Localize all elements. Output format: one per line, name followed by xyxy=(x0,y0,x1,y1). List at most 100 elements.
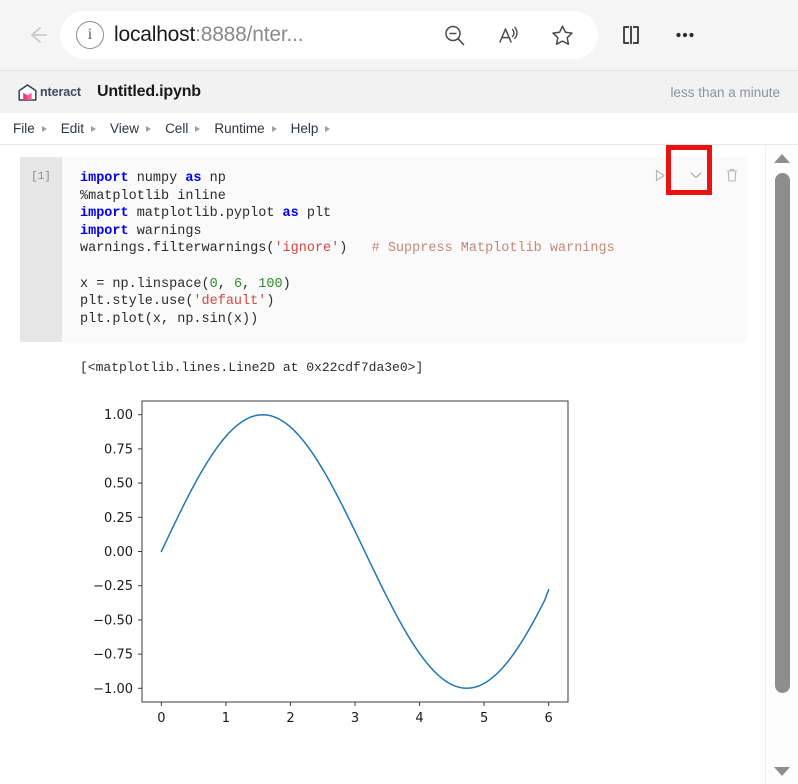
code-line: import numpy as np xyxy=(80,170,747,188)
code-token: warnings.filterwarnings( xyxy=(80,241,275,257)
code-line: plt.plot(x, np.sin(x)) xyxy=(80,311,747,329)
y-tick-label: −0.50 xyxy=(93,614,133,629)
code-token: 6 xyxy=(233,276,243,292)
menu-label: Help xyxy=(290,121,319,136)
cell-code-editor[interactable]: import numpy as np %matplotlib inline impo… xyxy=(62,157,747,342)
notebook-cell[interactable]: [1] import numpy as np %matplotlib inline… xyxy=(20,157,747,753)
nteract-house-glyph xyxy=(18,83,37,101)
menu-item-runtime[interactable]: Runtime xyxy=(214,121,277,136)
read-aloud-icon[interactable] xyxy=(486,13,530,57)
run-cell-button[interactable] xyxy=(651,165,669,185)
scroll-down-arrow[interactable] xyxy=(766,758,798,784)
nteract-logo-icon xyxy=(18,83,37,101)
x-tick-label: 0 xyxy=(157,711,165,726)
menu-label: Edit xyxy=(60,121,85,136)
code-token: as xyxy=(282,206,299,222)
code-token: import xyxy=(80,223,129,239)
split-screen-icon[interactable] xyxy=(604,13,658,57)
code-token: ) xyxy=(282,276,291,292)
delete-cell-button[interactable] xyxy=(723,165,741,185)
notebook-filename[interactable]: Untitled.ipynb xyxy=(97,83,201,101)
y-tick-label: −1.00 xyxy=(93,682,133,697)
vertical-scrollbar[interactable] xyxy=(765,145,798,784)
menu-item-edit[interactable]: Edit xyxy=(60,121,97,136)
back-arrow-icon xyxy=(31,27,47,43)
code-token: plt.plot(x, np.sin(x)) xyxy=(80,311,259,327)
site-info-glyph: i xyxy=(87,26,93,43)
scrollbar-track[interactable] xyxy=(766,171,798,758)
favorites-star-icon[interactable] xyxy=(540,13,584,57)
zoom-out-glyph xyxy=(444,25,464,45)
chevron-right-icon xyxy=(146,125,152,132)
address-bar[interactable]: i localhost:8888/nter... xyxy=(60,11,598,59)
menu-item-cell[interactable]: Cell xyxy=(165,121,201,136)
code-token: # Suppress Matplotlib warnings xyxy=(371,241,615,257)
site-info-icon[interactable]: i xyxy=(76,21,104,49)
chevron-right-icon xyxy=(41,125,47,132)
code-token: 'ignore' xyxy=(274,241,340,257)
code-line: import warnings xyxy=(80,223,747,241)
figure-background xyxy=(80,389,580,743)
code-token: warnings xyxy=(128,223,202,239)
x-tick-label: 6 xyxy=(544,711,552,726)
code-token: import xyxy=(80,171,129,186)
more-options-glyph xyxy=(676,32,694,38)
url-host: localhost xyxy=(114,23,196,46)
code-token: as xyxy=(185,171,202,186)
code-token: ) xyxy=(339,241,372,257)
y-tick-label: −0.25 xyxy=(93,580,133,595)
scroll-thumb[interactable] xyxy=(774,173,790,693)
y-tick-label: 0.00 xyxy=(104,545,133,560)
code-line: %matplotlib inline xyxy=(80,188,747,206)
scroll-up-arrow[interactable] xyxy=(766,145,798,171)
menu-item-file[interactable]: File xyxy=(13,121,47,136)
zoom-out-icon[interactable] xyxy=(432,13,476,57)
menu-item-help[interactable]: Help xyxy=(291,121,331,136)
x-tick-label: 1 xyxy=(222,711,230,726)
code-token: x = np.linspace( xyxy=(80,276,210,292)
nteract-logo-text: nteract xyxy=(40,85,81,99)
code-line: warnings.filterwarnings('ignore') # Supp… xyxy=(80,240,747,258)
menu-label: Cell xyxy=(165,121,189,136)
favorites-star-glyph xyxy=(551,24,573,45)
menu-bar: File Edit View Cell Runtime Help xyxy=(0,113,798,145)
code-token: matplotlib.pyplot xyxy=(128,206,283,222)
play-icon xyxy=(655,169,665,181)
back-button[interactable] xyxy=(14,12,60,58)
cell-menu-button[interactable] xyxy=(687,165,705,185)
code-line: x = np.linspace(0, 6, 100) xyxy=(80,276,747,294)
more-options-icon[interactable] xyxy=(658,13,712,57)
menu-label: Runtime xyxy=(214,121,265,136)
matplotlib-figure: 0 1 2 3 4 5 6 1.00 0.75 0.50 0.25 0.00 −0.25 −0.50 −0.… xyxy=(80,389,580,743)
cell-input[interactable]: [1] import numpy as np %matplotlib inline… xyxy=(20,157,747,343)
chevron-right-icon xyxy=(271,125,277,132)
url-path: :8888/nter... xyxy=(195,23,304,46)
code-token: numpy xyxy=(128,171,186,186)
code-token: np xyxy=(201,171,226,186)
browser-toolbar: i localhost:8888/nter... xyxy=(0,0,798,70)
menu-item-view[interactable]: View xyxy=(110,121,152,136)
code-token: 100 xyxy=(258,276,283,292)
code-token: , xyxy=(242,276,259,292)
code-line: plt.style.use('default') xyxy=(80,293,747,311)
notebook-area: [1] import numpy as np %matplotlib inline… xyxy=(0,145,798,784)
code-token: ) xyxy=(266,294,275,310)
y-tick-label: 0.50 xyxy=(104,477,133,492)
chevron-right-icon xyxy=(195,125,201,132)
arrow-up-icon xyxy=(774,153,790,163)
nteract-logo[interactable]: nteract xyxy=(18,83,81,101)
cell-output: [<matplotlib.lines.Line2D at 0x22cdf7da3… xyxy=(20,342,747,753)
code-token: 0 xyxy=(209,276,218,292)
code-line: import matplotlib.pyplot as plt xyxy=(80,205,747,223)
app-header: nteract Untitled.ipynb less than a minut… xyxy=(0,70,798,113)
browser-right-icons xyxy=(604,13,712,57)
x-tick-label: 2 xyxy=(286,711,294,726)
chevron-right-icon xyxy=(325,125,331,132)
menu-label: View xyxy=(110,121,140,136)
menu-label: File xyxy=(13,121,35,136)
x-tick-label: 5 xyxy=(480,711,488,726)
arrow-down-icon xyxy=(774,766,790,776)
notebook-scroll-region: [1] import numpy as np %matplotlib inline… xyxy=(0,145,765,784)
sine-plot-svg: 0 1 2 3 4 5 6 1.00 0.75 0.50 0.25 0.00 −0.25 −0.50 −0.… xyxy=(80,389,580,743)
